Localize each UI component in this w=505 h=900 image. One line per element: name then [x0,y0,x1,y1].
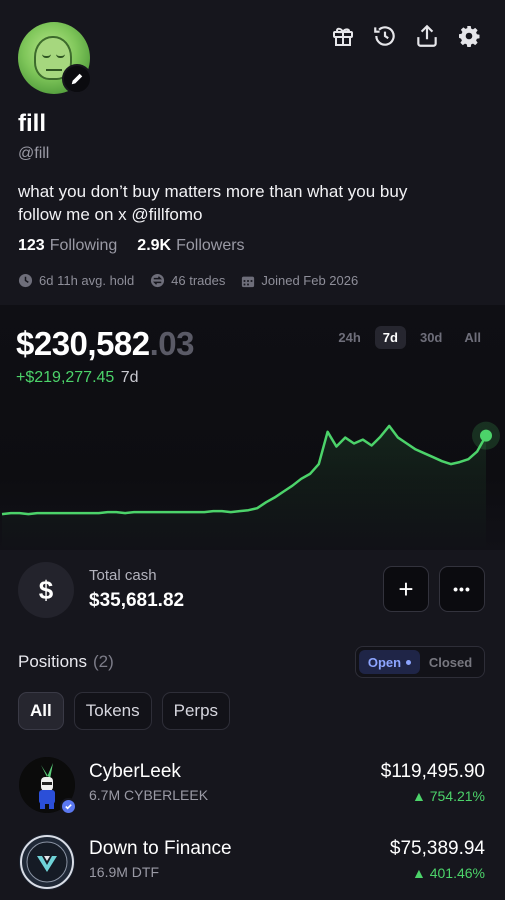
position-change: ▲ 754.21% [411,788,485,804]
profile-name: fill [18,110,46,137]
position-value: $119,495.90 [380,761,485,782]
share-button[interactable] [413,22,441,50]
position-row[interactable]: Down to Finance 16.9M DTF $75,389.94 ▲ 4… [0,828,505,896]
joined-date: Joined Feb 2026 [261,273,359,288]
portfolio-change: +$219,277.45 7d [16,369,139,387]
range-30d[interactable]: 30d [412,326,450,349]
range-selector: 24h 7d 30d All [330,326,489,349]
chart-endpoint-dot [480,429,492,442]
position-change: ▲ 401.46% [411,865,485,881]
history-button[interactable] [371,22,399,50]
clock-icon [18,273,33,288]
position-filters: All Tokens Perps [18,692,231,730]
position-name: Down to Finance [89,838,232,859]
gear-icon [459,26,480,47]
filter-all[interactable]: All [18,692,64,730]
positions-title: Positions [18,652,87,671]
portfolio-value-main: $230,582 [16,325,150,362]
positions-heading: Positions (2) [18,652,114,672]
profile-meta: 6d 11h avg. hold 46 trades Joined Feb 20… [18,273,358,288]
portfolio-line-chart[interactable] [0,400,505,550]
open-closed-toggle: Open Closed [355,646,485,678]
position-name: CyberLeek [89,761,181,782]
bio-line: follow me on x @fillfomo [18,205,203,224]
position-row[interactable]: CyberLeek 6.7M CYBERLEEK $119,495.90 ▲ 7… [0,751,505,819]
avg-hold: 6d 11h avg. hold [39,273,135,288]
share-icon [417,24,437,47]
profile-bio: what you don’t buy matters more than wha… [18,180,488,226]
dtf-logo [19,834,75,890]
open-tab[interactable]: Open [359,650,420,674]
position-holding: 16.9M DTF [89,864,160,880]
positions-count: (2) [92,652,114,671]
trades-icon [151,273,165,288]
cash-label: Total cash [89,567,157,584]
gift-icon [333,27,353,46]
filter-tokens[interactable]: Tokens [73,692,152,730]
position-value: $75,389.94 [389,838,485,859]
cash-section: $ Total cash $35,681.82 + ••• [0,550,505,640]
range-7d[interactable]: 7d [374,326,406,349]
change-period: 7d [120,369,139,386]
calendar-icon [242,276,255,287]
following-stat[interactable]: 123 Following [18,237,117,255]
followers-stat[interactable]: 2.9K Followers [137,237,244,255]
history-icon [374,26,395,46]
follow-stats: 123 Following 2.9K Followers [18,237,245,255]
add-cash-button[interactable]: + [383,566,429,612]
verified-badge-icon [60,798,77,815]
gift-button[interactable] [329,22,357,50]
chart-area-fill [2,425,486,550]
portfolio-value: $230,582.03 [16,325,195,363]
bio-line: what you don’t buy matters more than wha… [18,182,408,201]
pencil-icon [71,73,83,85]
trades-count: 46 trades [171,273,226,288]
filter-perps[interactable]: Perps [161,692,231,730]
cash-amount: $35,681.82 [89,590,185,611]
edit-profile-button[interactable] [62,64,92,94]
more-options-button[interactable]: ••• [439,566,485,612]
change-amount: +$219,277.45 [16,369,115,386]
portfolio-chart-section: $230,582.03 +$219,277.45 7d 24h 7d 30d A… [0,305,505,550]
position-holding: 6.7M CYBERLEEK [89,787,209,803]
closed-tab[interactable]: Closed [420,650,481,674]
portfolio-value-cents: .03 [149,325,195,362]
range-24h[interactable]: 24h [330,326,368,349]
dollar-icon: $ [18,562,74,618]
settings-button[interactable] [455,22,483,50]
active-dot-icon [406,659,412,665]
profile-header: fill @fill what you don’t buy matters mo… [0,0,505,305]
range-all[interactable]: All [456,326,489,349]
profile-handle: @fill [18,145,50,162]
